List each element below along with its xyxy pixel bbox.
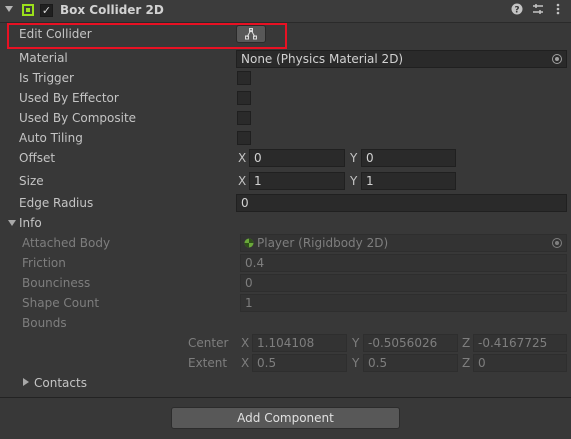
material-field[interactable]: None (Physics Material 2D) [236,50,567,68]
shape-count-field: 1 [240,294,567,312]
more-menu-icon[interactable] [551,3,565,18]
offset-y-field[interactable]: 0 [361,149,456,167]
offset-y-axis-label[interactable]: Y [350,151,357,165]
box-collider-icon [22,4,34,16]
shape-count-label: Shape Count [22,296,100,310]
bounds-center-label: Center [188,336,229,350]
friction-label: Friction [22,256,66,270]
svg-text:?: ? [514,6,519,16]
material-label: Material [19,51,68,65]
center-z-field: -0.4167725 [473,334,567,352]
attached-body-field: Player (Rigidbody 2D) [240,234,567,252]
used-by-composite-checkbox[interactable] [237,111,251,125]
extent-z-axis-label: Z [462,356,471,370]
is-trigger-label: Is Trigger [19,71,74,85]
add-component-button[interactable]: Add Component [171,407,400,429]
attached-body-value: Player (Rigidbody 2D) [257,236,389,250]
extent-x-axis-label: X [241,356,250,370]
friction-field: 0.4 [240,254,567,272]
extent-z-field: 0 [473,354,567,372]
info-foldout-label[interactable]: Info [19,216,42,230]
bounciness-label: Bounciness [22,276,91,290]
center-x-field: 1.104108 [252,334,347,352]
edge-radius-label: Edge Radius [19,196,94,210]
collapse-arrow-icon[interactable] [5,6,13,12]
size-x-field[interactable]: 1 [249,172,345,190]
attached-body-label: Attached Body [22,236,111,250]
center-y-field: -0.5056026 [363,334,458,352]
used-by-effector-label: Used By Effector [19,91,119,105]
size-y-axis-label[interactable]: Y [350,174,357,188]
center-y-axis-label: Y [352,336,360,350]
material-value: None (Physics Material 2D) [241,52,404,66]
component-enabled-checkbox[interactable]: ✓ [40,4,53,17]
center-x-axis-label: X [241,336,250,350]
edit-collider-highlight [7,23,287,49]
object-picker-icon[interactable] [552,54,562,64]
bounciness-field: 0 [240,274,567,292]
extent-y-field: 0.5 [363,354,458,372]
extent-y-axis-label: Y [352,356,360,370]
offset-label: Offset [19,151,56,165]
extent-x-field: 0.5 [252,354,347,372]
center-z-axis-label: Z [462,336,471,350]
size-x-axis-label[interactable]: X [238,174,246,188]
used-by-effector-checkbox[interactable] [237,91,251,105]
offset-x-axis-label[interactable]: X [238,151,246,165]
component-title: Box Collider 2D [60,3,164,17]
offset-x-field[interactable]: 0 [249,149,345,167]
used-by-composite-label: Used By Composite [19,111,137,125]
contacts-foldout-label[interactable]: Contacts [34,376,87,390]
size-y-field[interactable]: 1 [361,172,456,190]
presets-icon[interactable] [531,3,545,18]
divider [0,397,571,398]
auto-tiling-label: Auto Tiling [19,131,83,145]
rigidbody-icon [244,238,254,248]
size-label: Size [19,174,44,188]
info-foldout-arrow-icon[interactable] [8,220,16,226]
object-picker-icon [552,238,562,248]
contacts-foldout-arrow-icon[interactable] [23,378,29,386]
is-trigger-checkbox[interactable] [237,71,251,85]
bounds-extent-label: Extent [188,356,228,370]
auto-tiling-checkbox[interactable] [237,131,251,145]
help-icon[interactable]: ? [510,3,524,18]
edge-radius-field[interactable]: 0 [236,194,567,212]
bounds-label: Bounds [22,316,67,330]
